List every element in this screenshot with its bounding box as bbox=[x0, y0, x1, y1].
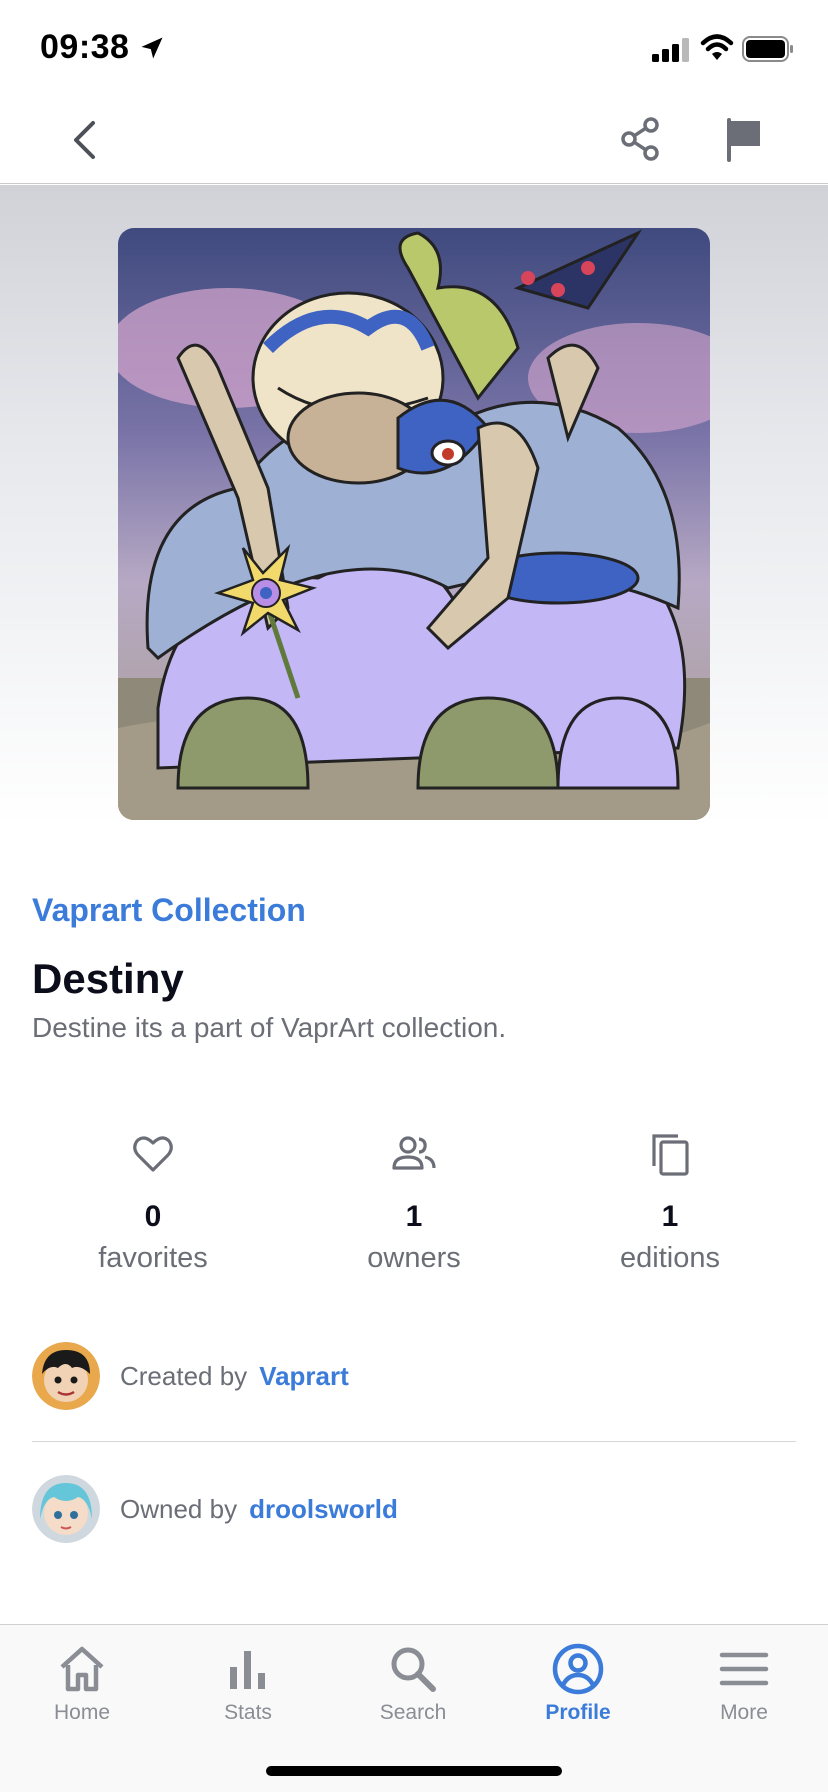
nav-bar bbox=[0, 96, 828, 184]
favorites-count: 0 bbox=[144, 1200, 162, 1233]
share-button[interactable] bbox=[618, 116, 664, 162]
creator-avatar[interactable] bbox=[32, 1342, 100, 1410]
location-arrow-icon bbox=[141, 37, 163, 59]
tab-more-label: More bbox=[720, 1701, 768, 1724]
status-time: 09:38 bbox=[40, 28, 130, 66]
home-indicator bbox=[266, 1766, 562, 1776]
item-title: Destiny bbox=[32, 955, 184, 1002]
editions-count: 1 bbox=[661, 1200, 679, 1233]
tab-search-label: Search bbox=[379, 1701, 447, 1724]
tab-search[interactable]: Search bbox=[343, 1641, 483, 1725]
profile-icon bbox=[552, 1643, 604, 1695]
tab-stats[interactable]: Stats bbox=[178, 1641, 318, 1725]
item-description: Destine its a part of VaprArt collection… bbox=[32, 1012, 507, 1043]
people-icon bbox=[392, 1136, 436, 1170]
owner-prefix: Owned by bbox=[120, 1493, 238, 1524]
tab-home[interactable]: Home bbox=[12, 1641, 152, 1725]
copy-icon bbox=[652, 1134, 689, 1176]
favorites-label: favorites bbox=[98, 1242, 208, 1274]
tab-stats-label: Stats bbox=[224, 1701, 272, 1724]
stat-owners[interactable]: 1 owners bbox=[314, 1130, 514, 1275]
artwork-hero bbox=[0, 185, 828, 825]
search-icon bbox=[391, 1647, 436, 1692]
tab-more[interactable]: More bbox=[674, 1641, 814, 1725]
cellular-signal-icon bbox=[652, 38, 689, 62]
artwork-image[interactable] bbox=[118, 228, 710, 820]
tab-profile-label: Profile bbox=[545, 1701, 611, 1724]
creator-prefix: Created by bbox=[120, 1360, 248, 1391]
owners-count: 1 bbox=[405, 1200, 423, 1233]
editions-label: editions bbox=[620, 1242, 720, 1274]
owners-label: owners bbox=[367, 1242, 461, 1274]
tab-profile[interactable]: Profile bbox=[508, 1641, 648, 1725]
owner-name-link[interactable]: droolsworld bbox=[249, 1494, 398, 1525]
creator-row[interactable]: Created by Vaprart bbox=[32, 1341, 796, 1411]
wifi-icon bbox=[700, 34, 734, 60]
creator-name-link[interactable]: Vaprart bbox=[259, 1361, 349, 1392]
share-icon bbox=[621, 117, 659, 161]
heart-icon bbox=[133, 1136, 173, 1172]
bar-chart-icon bbox=[230, 1651, 265, 1689]
divider bbox=[32, 1441, 796, 1442]
status-bar: 09:38 bbox=[0, 0, 828, 96]
owner-avatar[interactable] bbox=[32, 1475, 100, 1543]
back-button[interactable] bbox=[62, 118, 106, 162]
chevron-left-icon bbox=[74, 121, 95, 159]
stat-editions[interactable]: 1 editions bbox=[570, 1130, 770, 1275]
menu-icon bbox=[719, 1652, 769, 1686]
owner-row[interactable]: Owned by droolsworld bbox=[32, 1474, 796, 1544]
battery-icon bbox=[742, 36, 793, 62]
home-icon bbox=[60, 1646, 104, 1692]
collection-link[interactable]: Vaprart Collection bbox=[32, 892, 306, 929]
stat-favorites[interactable]: 0 favorites bbox=[53, 1130, 253, 1275]
flag-icon bbox=[727, 118, 760, 162]
flag-button[interactable] bbox=[722, 116, 768, 162]
tab-home-label: Home bbox=[53, 1701, 111, 1724]
